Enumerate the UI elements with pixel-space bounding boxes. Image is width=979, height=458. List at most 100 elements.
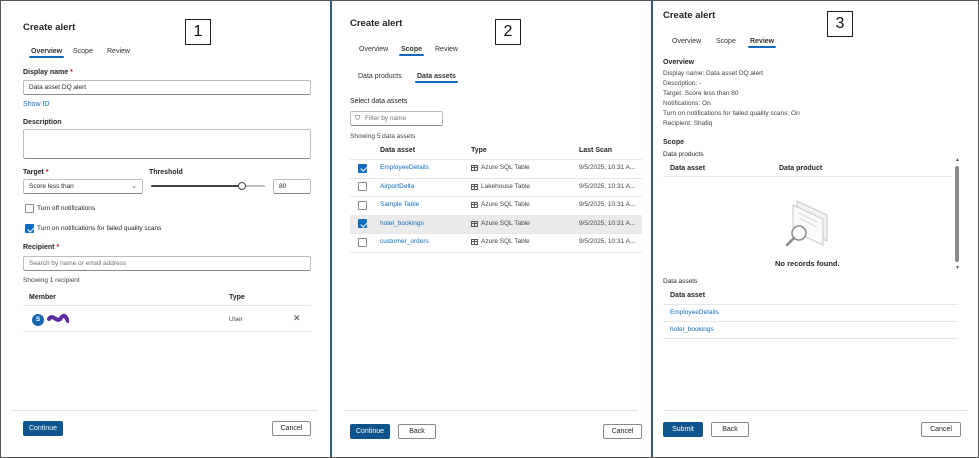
- tab-overview[interactable]: Overview: [672, 38, 701, 45]
- display-name-input[interactable]: Data asset DQ alert: [23, 80, 311, 95]
- products-data-product-header: Data product: [779, 165, 823, 172]
- table-divider: [23, 331, 311, 332]
- data-asset-name[interactable]: AirportDelta: [380, 183, 414, 190]
- failed-scans-label: Turn on notifications for failed quality…: [37, 225, 162, 232]
- table-divider: [663, 304, 958, 305]
- data-asset-type: Lakehouse Table: [481, 182, 531, 190]
- select-data-assets-label: Select data assets: [350, 98, 408, 105]
- show-id-link[interactable]: Show ID: [23, 101, 49, 108]
- tab-scope[interactable]: Scope: [73, 48, 93, 55]
- turn-off-notifications-checkbox[interactable]: [25, 204, 34, 213]
- subtab-data-products[interactable]: Data products: [358, 73, 402, 80]
- submit-button[interactable]: Submit: [663, 422, 703, 437]
- step-number-badge: 3: [827, 11, 853, 37]
- list-item[interactable]: EmployeeDetails: [670, 309, 719, 316]
- continue-button[interactable]: Continue: [350, 424, 390, 439]
- tab-scope[interactable]: Scope: [398, 46, 425, 56]
- cancel-button[interactable]: Cancel: [272, 421, 311, 436]
- tab-overview[interactable]: Overview: [359, 46, 388, 53]
- table-row[interactable]: customer_orders Azure SQL Table 9/5/2025, …: [350, 233, 642, 252]
- back-button[interactable]: Back: [711, 422, 749, 437]
- table-icon: [471, 239, 478, 245]
- scroll-down-arrow-icon[interactable]: ▼: [955, 265, 960, 271]
- tab-scope[interactable]: Scope: [716, 38, 736, 45]
- cancel-button[interactable]: Cancel: [603, 424, 642, 439]
- panel-separator: [330, 1, 332, 457]
- data-asset-type: Azure SQL Table: [481, 201, 530, 208]
- table-row[interactable]: AirportDelta Lakehouse Table 9/5/2025, 10:…: [350, 178, 642, 197]
- overview-line-recipient: Recipient: Shafiq: [663, 120, 713, 127]
- member-column-header: Member: [29, 294, 56, 301]
- create-alert-panel-scope: Create alert 2 Overview Scope Review Dat…: [334, 1, 648, 457]
- empty-state-illustration: [785, 200, 828, 247]
- filter-input[interactable]: ⛉ Filter by name: [350, 111, 443, 126]
- asset-count-text: Showing 5 data assets: [350, 133, 416, 140]
- scroll-up-arrow-icon[interactable]: ▲: [955, 157, 960, 163]
- recipient-label: Recipient *: [23, 244, 60, 251]
- subtab-data-assets[interactable]: Data assets: [415, 73, 458, 83]
- continue-button[interactable]: Continue: [23, 421, 63, 436]
- data-asset-name[interactable]: hotel_bookings: [380, 220, 424, 227]
- row-checkbox[interactable]: [358, 182, 367, 191]
- last-scan-value: 9/5/2025, 10:31 A...: [579, 164, 636, 171]
- data-asset-name[interactable]: EmployeeDetails: [380, 164, 429, 171]
- threshold-label: Threshold: [149, 169, 183, 176]
- scrollbar[interactable]: ▲ ▼: [955, 157, 960, 271]
- threshold-input[interactable]: 80: [273, 179, 311, 194]
- no-records-text: No records found.: [775, 259, 840, 268]
- panel-separator: [651, 1, 653, 457]
- threshold-slider-thumb[interactable]: [238, 182, 247, 190]
- tab-review[interactable]: Review: [107, 48, 130, 55]
- last-scan-value: 9/5/2025, 10:31 A...: [579, 182, 636, 190]
- lakehouse-table-icon: [471, 183, 478, 190]
- scrollbar-thumb[interactable]: [955, 166, 959, 262]
- assets-data-asset-header: Data asset: [670, 292, 706, 299]
- tab-review[interactable]: Review: [747, 38, 777, 48]
- data-asset-type: Azure SQL Table: [481, 219, 530, 227]
- list-item[interactable]: hotel_bookings: [670, 326, 714, 333]
- target-dropdown[interactable]: Score less than ⌄: [23, 179, 143, 194]
- target-label: Target *: [23, 169, 49, 176]
- chevron-down-icon: ⌄: [131, 183, 137, 190]
- recipient-type: User: [229, 316, 243, 323]
- description-textarea[interactable]: [23, 129, 311, 159]
- failed-scans-checkbox[interactable]: [25, 224, 34, 233]
- products-data-asset-header: Data asset: [670, 165, 706, 172]
- last-scan-value: 9/5/2025, 10:31 A...: [579, 238, 636, 245]
- tab-overview[interactable]: Overview: [28, 48, 65, 58]
- last-scan-column-header: Last Scan: [579, 147, 613, 154]
- data-asset-column-header: Data asset: [380, 147, 416, 154]
- create-alert-panel-review: Create alert 3 Overview Scope Review Ove…: [655, 1, 977, 457]
- footer-divider: [344, 410, 638, 411]
- overview-line-target: Target: Score less than 80: [663, 90, 739, 97]
- threshold-slider-track[interactable]: [151, 182, 265, 190]
- back-button[interactable]: Back: [398, 424, 436, 439]
- last-scan-value: 9/5/2025, 10:31 A...: [579, 219, 636, 227]
- recipient-name-redaction: [47, 313, 69, 323]
- footer-divider: [11, 410, 318, 411]
- overview-heading: Overview: [663, 59, 695, 66]
- data-asset-name[interactable]: Sample Table: [380, 201, 419, 208]
- data-assets-label: Data assets: [663, 278, 698, 285]
- turn-off-notifications-label: Turn off notifications: [37, 205, 96, 212]
- table-icon: [471, 202, 478, 208]
- table-row[interactable]: Sample Table Azure SQL Table 9/5/2025, 10:…: [350, 196, 642, 215]
- scope-heading: Scope: [663, 139, 685, 146]
- table-row[interactable]: EmployeeDetails Azure SQL Table 9/5/2025, …: [350, 159, 642, 178]
- row-checkbox[interactable]: [358, 163, 367, 173]
- tab-review[interactable]: Review: [435, 46, 458, 53]
- close-icon[interactable]: ✕: [293, 313, 301, 324]
- row-checkbox[interactable]: [358, 200, 367, 210]
- row-checkbox[interactable]: [358, 219, 367, 228]
- data-asset-type: Azure SQL Table: [481, 164, 530, 171]
- filter-placeholder: Filter by name: [365, 115, 407, 122]
- row-checkbox[interactable]: [358, 237, 367, 247]
- data-asset-type: Azure SQL Table: [481, 238, 530, 245]
- recipient-search-input[interactable]: Search by name or email address: [23, 256, 311, 271]
- cancel-button[interactable]: Cancel: [921, 422, 961, 437]
- table-row[interactable]: hotel_bookings Azure SQL Table 9/5/2025, 1…: [350, 215, 642, 234]
- step-number-badge: 2: [495, 19, 521, 45]
- table-icon: [471, 165, 478, 171]
- data-asset-name[interactable]: customer_orders: [380, 238, 429, 245]
- panel-title: Create alert: [23, 22, 76, 33]
